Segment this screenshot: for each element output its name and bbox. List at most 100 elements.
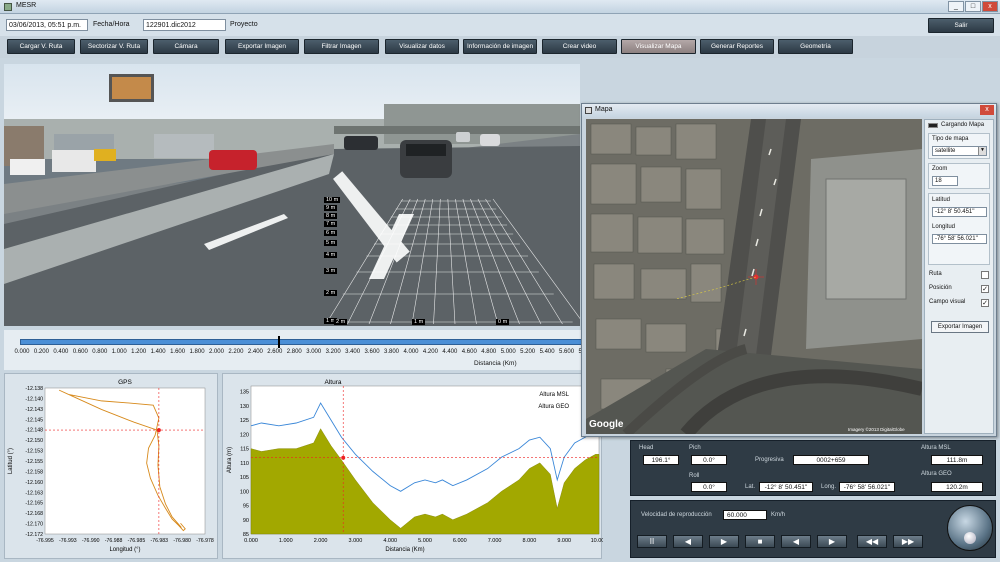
timeline-tick: 4.800 [481,349,497,355]
previous-frame-button[interactable]: ◀ [781,535,811,548]
legend-msl: Altura MSL [539,392,569,398]
gps-y-tick: -12.155 [25,459,43,465]
timeline-tick: 2.800 [286,349,302,355]
view-map-button[interactable]: Visualizar Mapa [621,39,696,54]
timeline-tick: 2.200 [228,349,244,355]
gps-y-tick: -12.145 [25,417,43,423]
jog-dial-knob[interactable] [947,505,993,551]
timeline-tick: 3.000 [306,349,322,355]
heading-label: Head [639,445,654,451]
altitude-y-tick: 105 [240,475,249,481]
gps-y-axis-label: Latitud (°) [8,448,14,474]
progressive-value: 0002+659 [793,455,869,465]
latitude-label: Latitud [932,197,951,203]
timeline-tick: 3.800 [384,349,400,355]
gps-y-tick: -12.163 [25,490,43,496]
gps-x-axis-label: Longitud (°) [109,547,140,553]
load-route-video-button[interactable]: Cargar V. Ruta [7,39,75,54]
zoom-stepper[interactable]: 18 [932,176,958,186]
camera-button[interactable]: Cámara [153,39,219,54]
sectorize-route-button[interactable]: Sectorizar V. Ruta [80,39,148,54]
fast-forward-button[interactable]: ▶▶ [893,535,923,548]
gps-y-tick: -12.170 [25,522,43,528]
top-bar: 03/06/2013, 05:51 p.m. Fecha/Hora 122901… [0,14,1000,36]
playback-panel: Velocidad de reproducción 60.000 Km/h II… [630,500,996,558]
rewind-button[interactable]: ◀◀ [857,535,887,548]
satellite-map[interactable]: Google Imagery ©2013 DigitalGlobe [586,119,922,434]
timeline-tick: 5.200 [520,349,536,355]
view-data-button[interactable]: Visualizar datos [385,39,459,54]
stop-button[interactable]: ■ [745,535,775,548]
google-logo: Google [589,419,624,430]
speed-input[interactable]: 60.000 [723,510,767,520]
roll-label: Roll [689,473,700,479]
altitude-y-tick: 130 [240,404,249,410]
heading-value: 196.1° [643,455,679,465]
altitude-y-tick: 135 [240,390,249,396]
latitude-field[interactable]: -12° 8' 50.451'' [932,207,987,217]
geo-label: Altura GEO [921,471,952,477]
altitude-y-tick: 100 [240,489,249,495]
next-frame-button[interactable]: ▶ [817,535,847,548]
window-title: MESR [16,2,37,9]
exit-button[interactable]: Salir [928,18,994,33]
map-title: Mapa [595,106,613,113]
distance-timeline: 0.000 0.200 0.400 0.600 0.800 1.000 1.200 1.400… [4,330,598,370]
map-title-bar: Mapa x [582,104,996,117]
altitude-chart: Altura8590951001051101151201251301350.00… [227,379,607,553]
altitude-y-tick: 95 [243,504,249,510]
filter-image-button[interactable]: Filtrar Imagen [304,39,379,54]
gps-plot-area [44,387,206,535]
image-info-button[interactable]: Información de imagen [463,39,537,54]
field-of-view-checkbox[interactable]: ✓ [981,299,989,307]
jog-dial-grip [964,532,976,544]
gps-y-tick: -12.150 [25,438,43,444]
altitude-x-tick: 4.000 [383,538,397,544]
altitude-y-tick: 110 [240,461,249,467]
play-button[interactable]: ▶ [709,535,739,548]
geometry-button[interactable]: Geometría [778,39,853,54]
chevron-down-icon[interactable]: ▼ [978,147,986,155]
lon-value: -76° 58' 56.021'' [839,482,895,492]
minimize-button[interactable]: _ [948,1,964,12]
field-of-view-label: Campo visual [929,299,966,305]
datetime-label: Fecha/Hora [93,21,130,28]
altitude-x-tick: 3.000 [349,538,363,544]
pause-button[interactable]: II [637,535,667,548]
timeline-tick: 0.600 [72,349,88,355]
close-button[interactable]: x [982,1,998,12]
position-checkbox[interactable]: ✓ [981,285,989,293]
grid-bottom-label: 2 m [334,319,348,325]
timeline-tick: 4.600 [461,349,477,355]
project-field[interactable]: 122901.dic2012 [143,19,226,31]
title-bar: MESR _ □ x [0,0,1000,14]
longitude-field[interactable]: -76° 58' 56.021'' [932,234,987,244]
gps-x-tick: -76.980 [173,538,191,544]
timeline-track[interactable] [20,339,584,345]
route-checkbox[interactable] [981,271,989,279]
geo-value: 120.2m [931,482,983,492]
map-close-button[interactable]: x [980,105,994,115]
timeline-tick: 4.000 [403,349,419,355]
gps-chart-title: GPS [118,379,132,386]
datetime-field[interactable]: 03/06/2013, 05:51 p.m. [6,19,88,31]
maximize-button[interactable]: □ [965,1,981,12]
altitude-chart-panel: Altura 85 90 95 100 105 110 115 120 125 130 135 0.00… [222,373,607,559]
lon-label: Long. [821,484,837,490]
generate-reports-button[interactable]: Generar Reportes [700,39,774,54]
depth-label: 10 m [324,197,341,203]
step-back-button[interactable]: ◀ [673,535,703,548]
speed-unit: Km/h [771,512,786,518]
timeline-tick: 2.600 [267,349,283,355]
map-export-image-button[interactable]: Exportar Imagen [931,321,989,333]
map-window[interactable]: Mapa x Google Imagery ©2013 DigitalGlobe… [581,103,997,437]
export-image-button[interactable]: Exportar Imagen [225,39,299,54]
road-camera-view[interactable]: 10 m9 m8 m7 m6 m5 m4 m3 m2 m1 m2 m1 m0 m [4,64,580,326]
coordinates-group: Latitud -12° 8' 50.451'' Longitud -76° 5… [928,193,990,265]
progressive-label: Progresiva [755,457,784,463]
timeline-thumb[interactable] [277,336,280,348]
altitude-x-tick: 5.000 [418,538,432,544]
timeline-tick: 4.400 [442,349,458,355]
create-video-button[interactable]: Crear video [542,39,617,54]
depth-label: 9 m [324,205,338,211]
